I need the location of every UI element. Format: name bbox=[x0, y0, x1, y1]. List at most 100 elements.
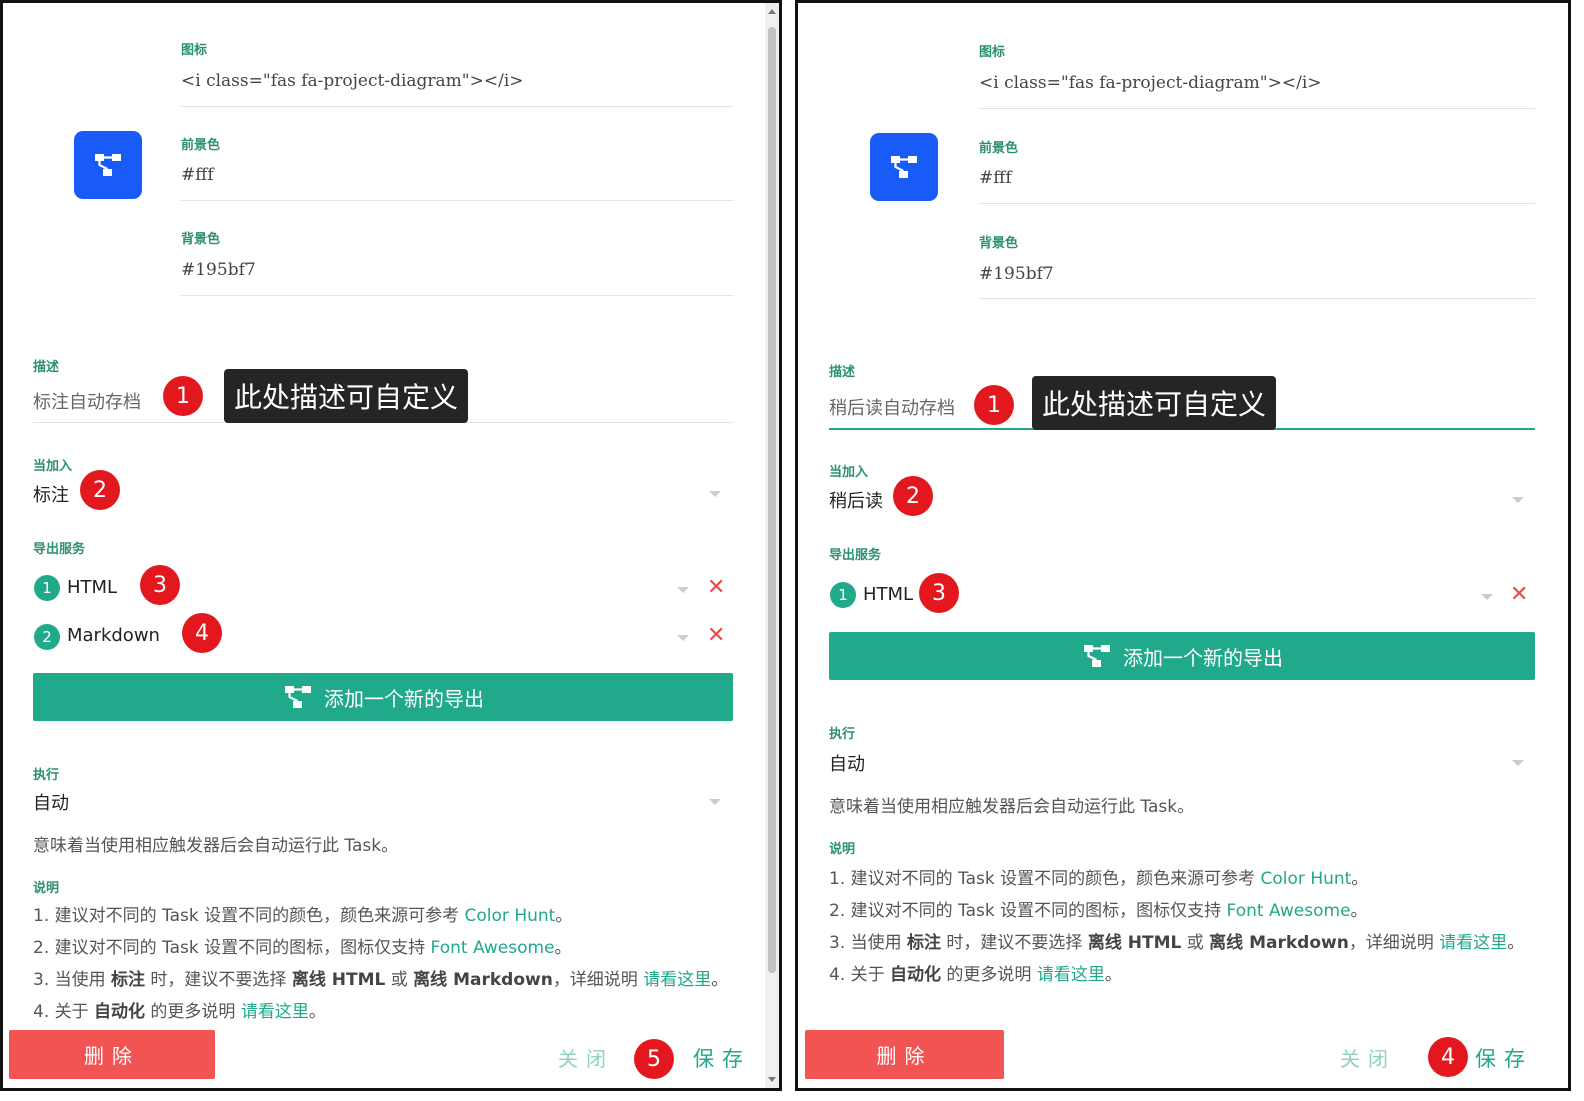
scrollbar-thumb[interactable] bbox=[768, 27, 776, 973]
remove-export-icon[interactable]: ✕ bbox=[707, 577, 725, 599]
export-item-number: 1 bbox=[34, 575, 60, 601]
save-button[interactable]: 保存 bbox=[1475, 1043, 1533, 1073]
note-bold: 标注 bbox=[907, 933, 942, 953]
note-row: 1. 建议对不同的 Task 设置不同的颜色，颜色来源可参考 Color Hun… bbox=[829, 863, 1524, 895]
trigger-dropdown-caret[interactable] bbox=[1512, 497, 1524, 503]
remove-export-icon[interactable]: ✕ bbox=[707, 625, 725, 647]
background-field-underline bbox=[181, 295, 733, 296]
execute-select[interactable]: 自动 bbox=[33, 789, 69, 815]
step-marker-1: 1 bbox=[974, 385, 1014, 425]
note-text: 1. 建议对不同的 Task 设置不同的颜色，颜色来源可参考 bbox=[829, 869, 1261, 889]
note-row: 4. 关于 自动化 的更多说明 请看这里。 bbox=[829, 959, 1524, 991]
step-marker-4: 4 bbox=[1428, 1037, 1468, 1077]
note-text: 。 bbox=[1507, 933, 1525, 953]
step-marker-3: 3 bbox=[919, 573, 959, 613]
export-item-html[interactable]: HTML bbox=[863, 584, 913, 605]
note-text: 。 bbox=[554, 938, 572, 958]
export-item-dropdown-caret[interactable] bbox=[677, 587, 689, 593]
note-row: 3. 当使用 标注 时，建议不要选择 离线 HTML 或 离线 Markdown… bbox=[33, 964, 728, 996]
task-icon-preview bbox=[870, 133, 938, 201]
automation-link[interactable]: 请看这里 bbox=[1037, 965, 1105, 985]
background-field-label: 背景色 bbox=[979, 236, 1019, 251]
export-services-label: 导出服务 bbox=[33, 542, 86, 557]
vertical-scrollbar[interactable] bbox=[765, 3, 779, 1088]
note-bold: 自动化 bbox=[94, 1002, 146, 1022]
callout-tooltip: 此处描述可自定义 bbox=[224, 369, 469, 423]
trigger-select[interactable]: 标注 bbox=[33, 481, 69, 507]
foreground-field-label: 前景色 bbox=[181, 138, 221, 153]
export-item-dropdown-caret[interactable] bbox=[677, 635, 689, 641]
step-marker-3: 3 bbox=[140, 565, 180, 605]
delete-button[interactable]: 删除 bbox=[805, 1030, 1004, 1079]
note-text: 时，建议不要选择 bbox=[145, 970, 292, 990]
close-button[interactable]: 关闭 bbox=[1340, 1043, 1396, 1072]
note-text: 的更多说明 bbox=[941, 965, 1037, 985]
scroll-down-arrow-icon[interactable] bbox=[768, 1077, 776, 1082]
note-bold: 标注 bbox=[111, 970, 146, 990]
background-field-input[interactable]: #195bf7 bbox=[979, 264, 1054, 284]
step-marker-4: 4 bbox=[182, 613, 222, 653]
task-icon-preview bbox=[74, 131, 142, 199]
notes-list: 1. 建议对不同的 Task 设置不同的颜色，颜色来源可参考 Color Hun… bbox=[829, 863, 1524, 991]
execute-label: 执行 bbox=[33, 768, 60, 783]
execute-dropdown-caret[interactable] bbox=[1512, 760, 1524, 766]
step-marker-2: 2 bbox=[893, 476, 933, 516]
automation-link[interactable]: 请看这里 bbox=[241, 1002, 309, 1022]
font-awesome-link[interactable]: Font Awesome bbox=[1227, 901, 1351, 921]
export-item-html[interactable]: HTML bbox=[67, 577, 117, 598]
note-text: 2. 建议对不同的 Task 设置不同的图标，图标仅支持 bbox=[33, 938, 431, 958]
background-field-label: 背景色 bbox=[181, 232, 221, 247]
trigger-select[interactable]: 稍后读 bbox=[829, 487, 883, 513]
save-button[interactable]: 保存 bbox=[693, 1043, 751, 1073]
note-bold: 离线 Markdown bbox=[413, 970, 553, 990]
export-services-label: 导出服务 bbox=[829, 548, 882, 563]
foreground-field-underline bbox=[181, 200, 733, 201]
description-label: 描述 bbox=[33, 360, 60, 375]
foreground-field-input[interactable]: #fff bbox=[181, 165, 214, 185]
color-hunt-link[interactable]: Color Hunt bbox=[465, 906, 556, 926]
export-item-dropdown-caret[interactable] bbox=[1481, 594, 1493, 600]
execute-select[interactable]: 自动 bbox=[829, 750, 865, 776]
note-row: 4. 关于 自动化 的更多说明 请看这里。 bbox=[33, 996, 728, 1028]
icon-field-label: 图标 bbox=[181, 43, 208, 58]
note-text: 4. 关于 bbox=[829, 965, 891, 985]
note-text: 3. 当使用 bbox=[33, 970, 112, 990]
execute-dropdown-caret[interactable] bbox=[709, 799, 721, 805]
description-input[interactable]: 标注自动存档 bbox=[33, 388, 141, 414]
export-item-markdown[interactable]: Markdown bbox=[67, 625, 160, 646]
step-marker-5: 5 bbox=[634, 1039, 674, 1079]
description-input[interactable]: 稍后读自动存档 bbox=[829, 394, 955, 420]
add-export-button[interactable]: 添加一个新的导出 bbox=[829, 632, 1535, 680]
icon-field-input[interactable]: <i class="fas fa-project-diagram"></i> bbox=[979, 73, 1322, 93]
scroll-up-arrow-icon[interactable] bbox=[768, 9, 776, 14]
note-text: 4. 关于 bbox=[33, 1002, 95, 1022]
details-link[interactable]: 请看这里 bbox=[1439, 933, 1507, 953]
note-text: 。 bbox=[711, 970, 729, 990]
note-text: 。 bbox=[1350, 901, 1368, 921]
close-button[interactable]: 关闭 bbox=[558, 1043, 614, 1072]
remove-export-icon[interactable]: ✕ bbox=[1510, 584, 1528, 606]
note-bold: 离线 HTML bbox=[291, 970, 386, 990]
project-diagram-icon bbox=[285, 686, 311, 708]
color-hunt-link[interactable]: Color Hunt bbox=[1261, 869, 1352, 889]
note-row: 1. 建议对不同的 Task 设置不同的颜色，颜色来源可参考 Color Hun… bbox=[33, 900, 728, 932]
icon-field-underline bbox=[979, 108, 1535, 109]
background-field-input[interactable]: #195bf7 bbox=[181, 260, 256, 280]
trigger-dropdown-caret[interactable] bbox=[709, 491, 721, 497]
add-export-button[interactable]: 添加一个新的导出 bbox=[33, 673, 733, 721]
execute-label: 执行 bbox=[829, 727, 856, 742]
details-link[interactable]: 请看这里 bbox=[643, 970, 711, 990]
task-editor-panel-right: 图标 <i class="fas fa-project-diagram"></i… bbox=[795, 0, 1571, 1091]
icon-field-input[interactable]: <i class="fas fa-project-diagram"></i> bbox=[181, 71, 524, 91]
note-text: 。 bbox=[1351, 869, 1369, 889]
note-text: 3. 当使用 bbox=[829, 933, 908, 953]
trigger-label: 当加入 bbox=[33, 459, 73, 474]
callout-tooltip: 此处描述可自定义 bbox=[1032, 376, 1277, 430]
font-awesome-link[interactable]: Font Awesome bbox=[431, 938, 555, 958]
add-export-label: 添加一个新的导出 bbox=[1123, 645, 1283, 670]
note-row: 2. 建议对不同的 Task 设置不同的图标，图标仅支持 Font Awesom… bbox=[829, 895, 1524, 927]
delete-button[interactable]: 删除 bbox=[9, 1030, 215, 1079]
note-text: 时，建议不要选择 bbox=[941, 933, 1088, 953]
note-text: ，详细说明 bbox=[552, 970, 644, 990]
foreground-field-input[interactable]: #fff bbox=[979, 168, 1012, 188]
